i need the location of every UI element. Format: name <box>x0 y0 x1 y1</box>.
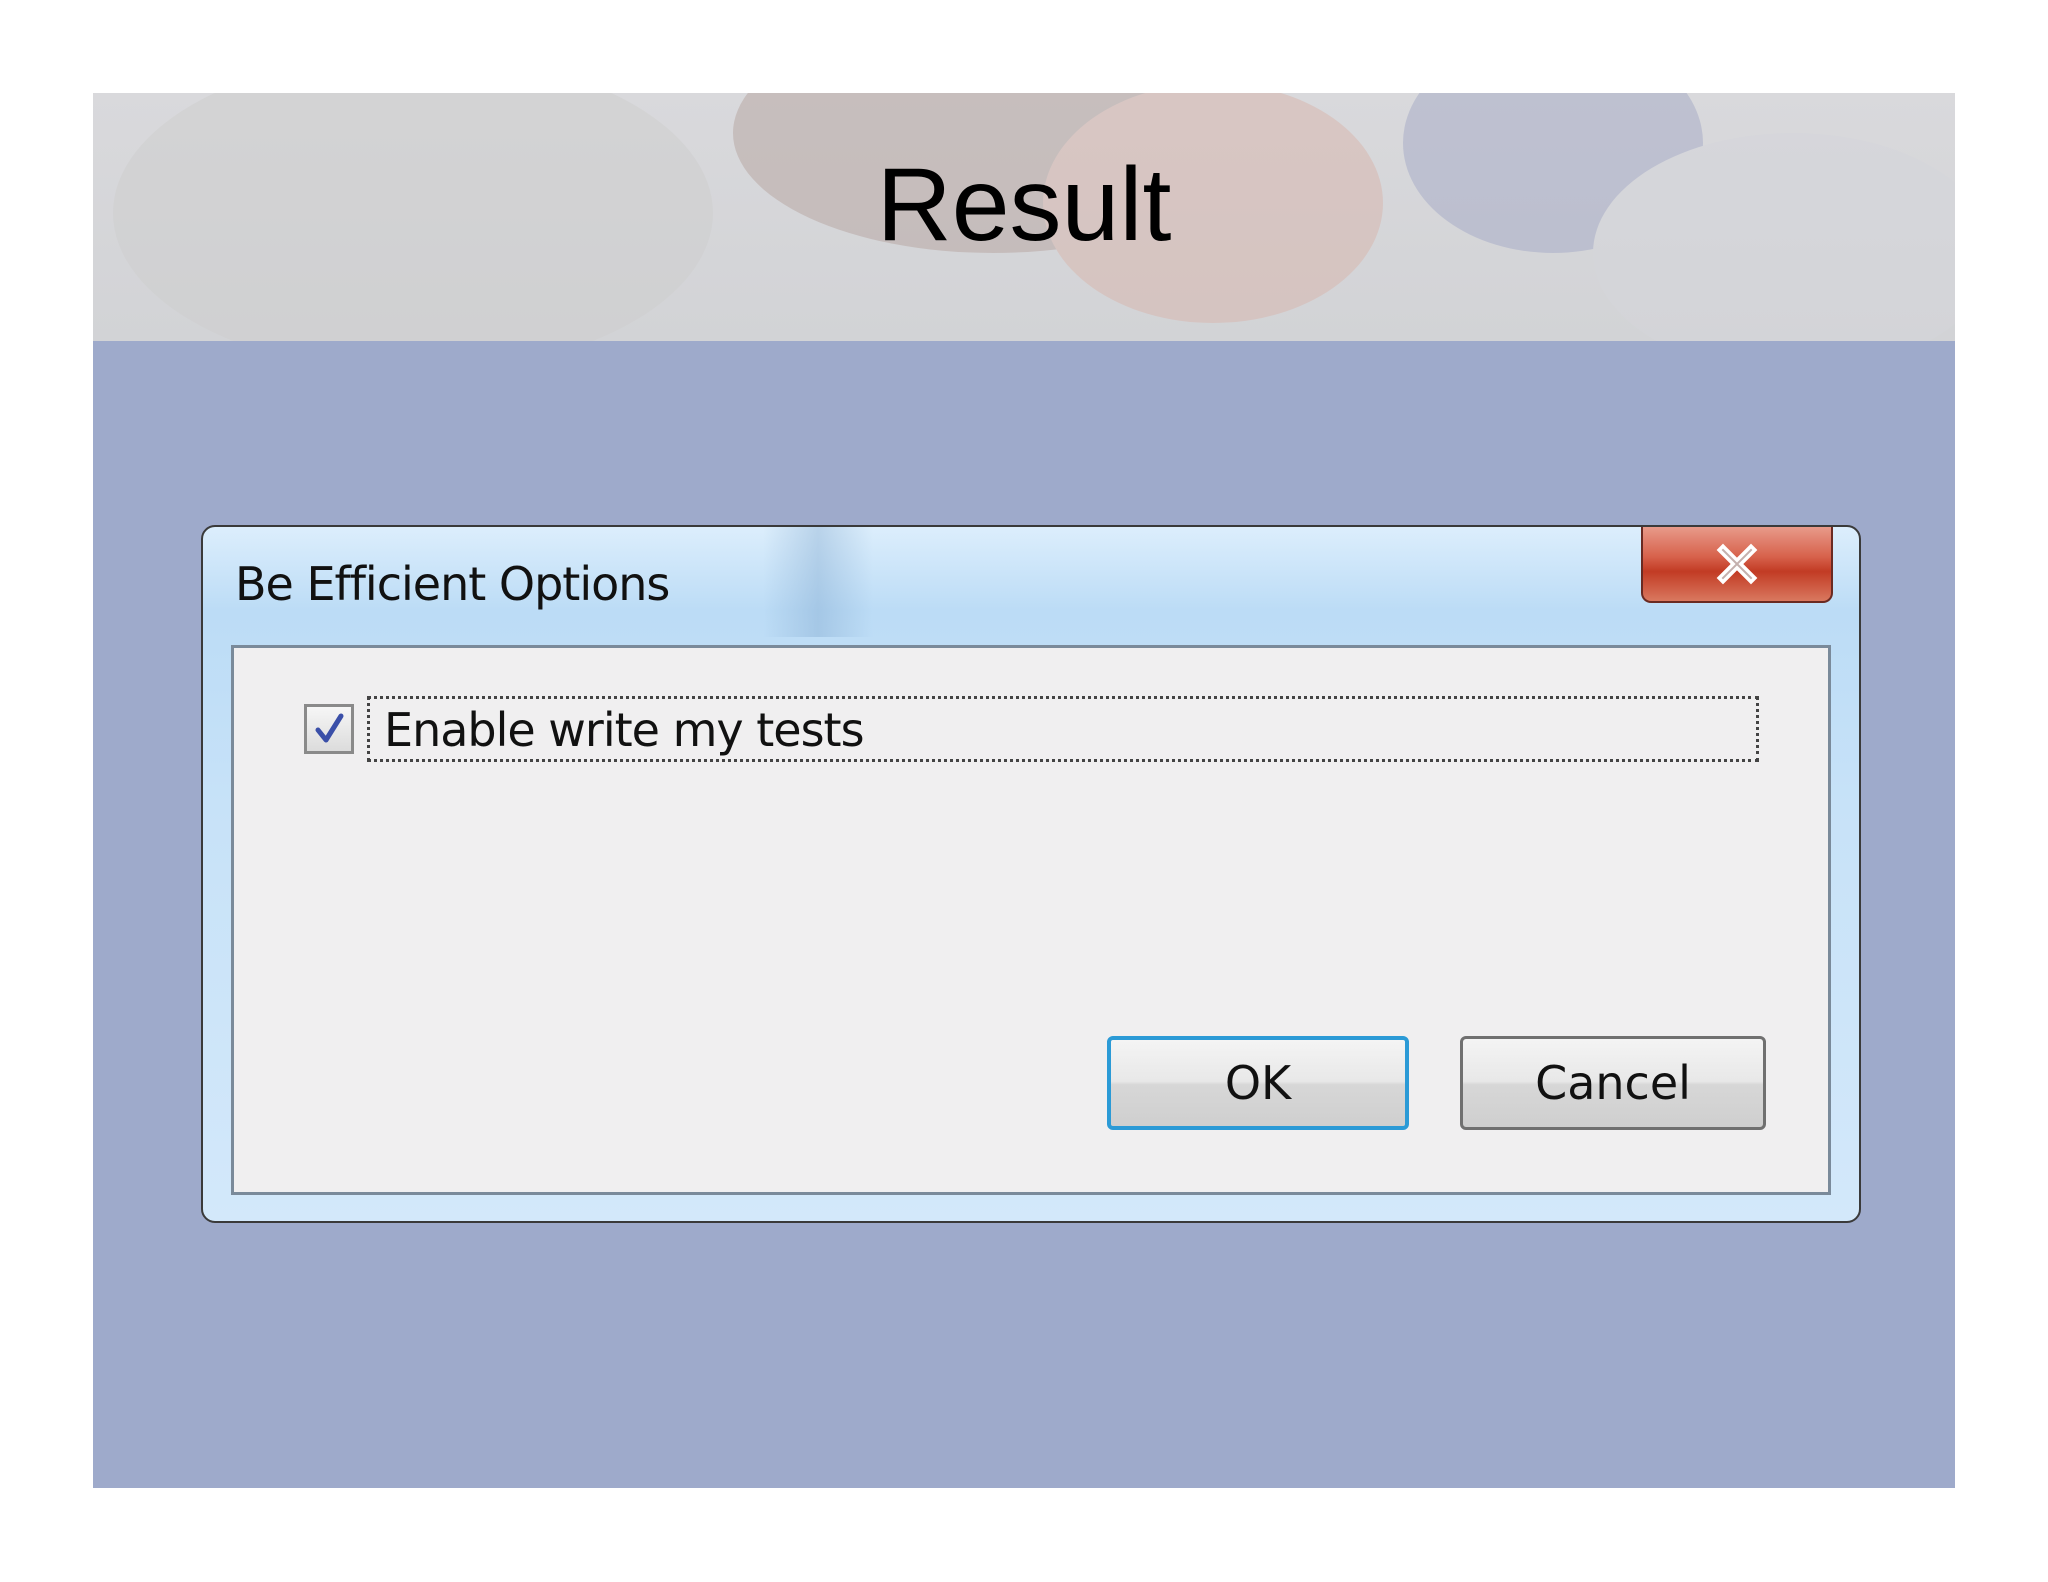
close-button[interactable] <box>1641 527 1833 603</box>
cancel-button[interactable]: Cancel <box>1460 1036 1766 1130</box>
dialog-title: Be Efficient Options <box>235 557 670 611</box>
checkbox-label: Enable write my tests <box>384 703 865 757</box>
header-band: Result <box>93 93 1955 341</box>
checkbox-focus-outline[interactable]: Enable write my tests <box>367 696 1759 762</box>
checkmark-icon <box>315 713 344 743</box>
slide-title: Result <box>876 147 1172 263</box>
options-dialog: Be Efficient Options Enable write my tes… <box>201 525 1861 1223</box>
enable-write-tests-checkbox[interactable] <box>304 704 354 754</box>
title-bar-glass-reflection <box>763 527 873 637</box>
slide: Result Be Efficient Options Enable write… <box>93 93 1955 1488</box>
close-icon <box>1716 543 1758 585</box>
ok-button[interactable]: OK <box>1107 1036 1409 1130</box>
dialog-client-area: Enable write my tests OK Cancel <box>231 645 1831 1195</box>
